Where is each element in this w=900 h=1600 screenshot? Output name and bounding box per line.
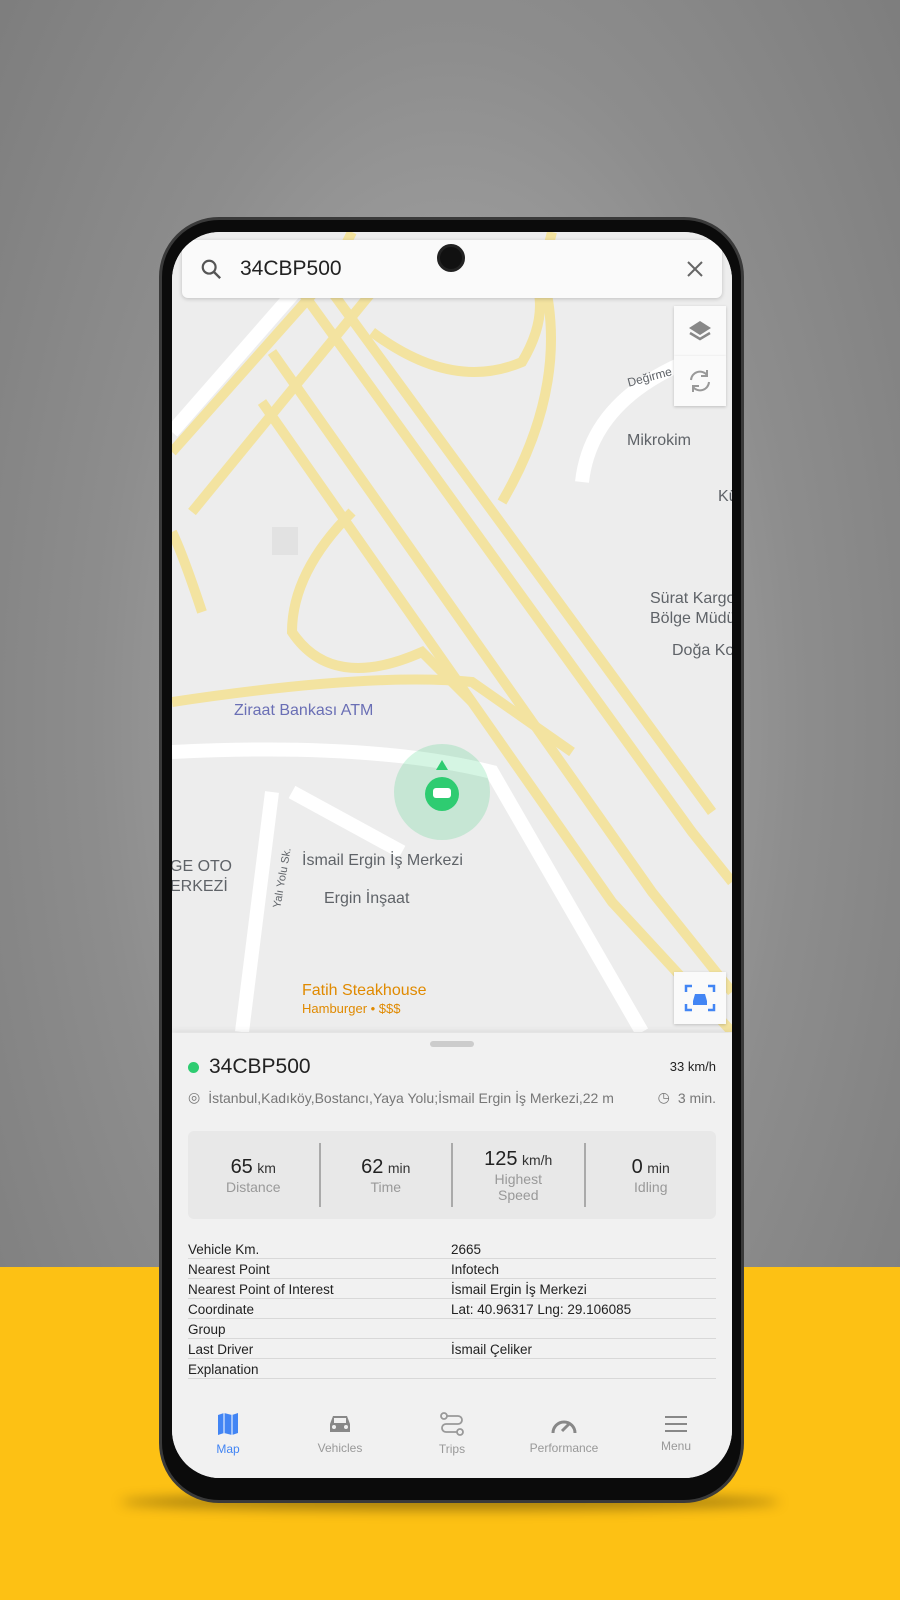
trip-stats: 65 km Distance 62 min Time 125 km/h Highest… bbox=[188, 1131, 716, 1219]
map-label: Hamburger • $$$ bbox=[302, 1001, 401, 1016]
last-update: 3 min. bbox=[677, 1089, 716, 1106]
refresh-button[interactable] bbox=[674, 356, 726, 406]
bottom-nav: Map Vehicles Trips Performance Menu bbox=[172, 1399, 732, 1469]
map-label-restaurant[interactable]: Fatih Steakhouse bbox=[302, 982, 427, 1000]
clock-icon: ◷ bbox=[657, 1089, 670, 1105]
map-label: Mikrokim bbox=[627, 432, 691, 449]
map-view[interactable]: 34CBP500 Değirme Mikrokim Kü Sürat Kargo… bbox=[172, 232, 732, 1032]
hamburger-menu-icon bbox=[665, 1416, 687, 1432]
map-label: Ergin İnşaat bbox=[324, 890, 410, 907]
map-label: Kü bbox=[718, 488, 732, 505]
table-row: Coordinate Lat: 40.96317 Lng: 29.106085 bbox=[188, 1299, 716, 1319]
refresh-icon bbox=[690, 370, 710, 392]
camera bbox=[437, 244, 465, 272]
map-icon bbox=[218, 1413, 238, 1435]
map-label: Sürat Kargo bbox=[650, 590, 732, 607]
focus-vehicle-button[interactable] bbox=[674, 972, 726, 1024]
stat-idling: 0 min Idling bbox=[631, 1155, 670, 1195]
table-row: Group bbox=[188, 1319, 716, 1339]
stat-highest-speed: 125 km/h Highest Speed bbox=[453, 1143, 586, 1207]
map-label: GE OTO bbox=[172, 858, 232, 875]
focus-car-icon bbox=[684, 984, 716, 1012]
nav-menu[interactable]: Menu bbox=[620, 1399, 732, 1469]
nav-trips[interactable]: Trips bbox=[396, 1399, 508, 1469]
table-row: Nearest Point of Interest İsmail Ergin İş… bbox=[188, 1279, 716, 1299]
route-icon bbox=[440, 1412, 464, 1436]
status-dot bbox=[188, 1061, 199, 1073]
drag-handle[interactable] bbox=[430, 1041, 474, 1047]
nav-performance[interactable]: Performance bbox=[508, 1399, 620, 1469]
stat-distance: 65 km Distance bbox=[188, 1143, 321, 1207]
layers-button[interactable] bbox=[674, 306, 726, 356]
map-label-atm[interactable]: Ziraat Bankası ATM bbox=[234, 702, 373, 720]
map-label-poi[interactable]: İsmail Ergin İş Merkezi bbox=[302, 852, 463, 870]
vehicle-plate: 34CBP500 bbox=[209, 1055, 311, 1078]
details-table: Vehicle Km. 2665 Nearest Point Infotech Ne… bbox=[188, 1239, 716, 1379]
nav-map[interactable]: Map bbox=[172, 1399, 284, 1469]
map-label: ERKEZİ bbox=[172, 878, 228, 895]
vehicle-speed: 33 km/h bbox=[669, 1059, 716, 1074]
table-row: Explanation bbox=[188, 1359, 716, 1379]
vehicle-address: İstanbul,Kadıköy,Bostancı,Yaya Yolu;İsma… bbox=[208, 1089, 614, 1106]
stat-time: 62 min Time bbox=[321, 1143, 453, 1207]
table-row: Vehicle Km. 2665 bbox=[188, 1239, 716, 1259]
car-icon bbox=[330, 1416, 350, 1432]
layers-icon bbox=[689, 321, 711, 341]
app-screen: 34CBP500 Değirme Mikrokim Kü Sürat Kargo… bbox=[172, 232, 732, 1478]
table-row: Nearest Point Infotech bbox=[188, 1259, 716, 1279]
vehicle-detail-panel: 34CBP500 33 km/h ◎ İstanbul,Kadıköy,Bosta… bbox=[172, 1033, 732, 1478]
speedometer-icon bbox=[551, 1420, 577, 1434]
table-row: Last Driver İsmail Çeliker bbox=[188, 1339, 716, 1359]
map-label: Doğa Ko bbox=[672, 642, 732, 659]
location-icon: ◎ bbox=[188, 1089, 201, 1105]
map-roads bbox=[172, 232, 732, 1032]
search-icon bbox=[201, 259, 222, 280]
close-icon[interactable] bbox=[686, 260, 704, 278]
map-label: Bölge Müdü bbox=[650, 610, 732, 627]
nav-vehicles[interactable]: Vehicles bbox=[284, 1399, 396, 1469]
